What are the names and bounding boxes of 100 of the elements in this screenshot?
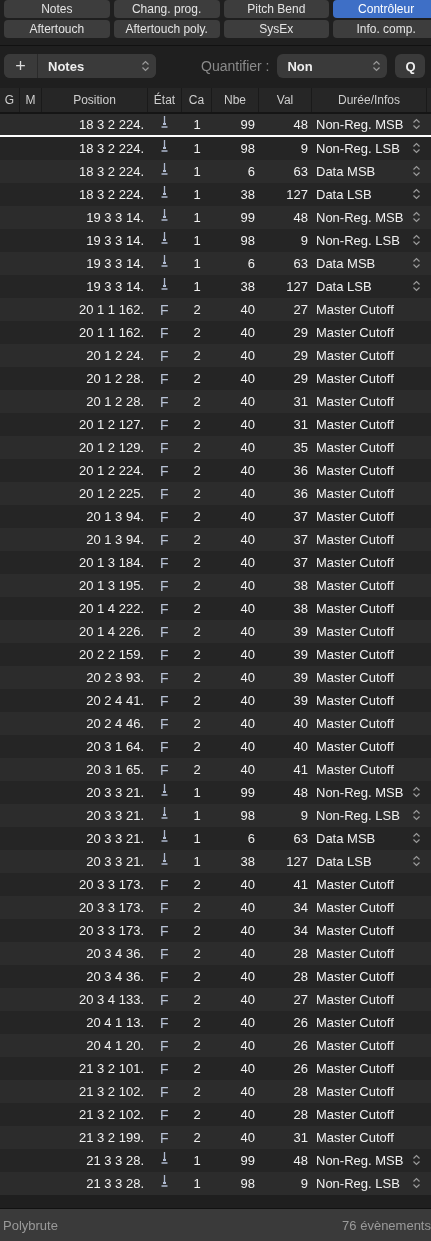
info-cell-text: Master Cutoff: [315, 348, 395, 363]
filter-button[interactable]: Notes: [4, 0, 110, 18]
status-cell-text: F: [159, 945, 170, 962]
filter-button[interactable]: Aftertouch poly.: [113, 20, 220, 38]
status-cell-text: F: [159, 646, 170, 663]
value-cell-text: 36: [292, 486, 309, 501]
number-cell-text: 40: [239, 1130, 256, 1145]
quantize-label: Quantifier :: [201, 58, 270, 74]
channel-cell-text: 1: [192, 785, 202, 800]
info-cell-text: Master Cutoff: [315, 463, 395, 478]
number-cell-text: 38: [239, 279, 256, 294]
info-cell-text: Master Cutoff: [315, 1038, 395, 1053]
status-cell-text: F: [159, 393, 170, 410]
channel-cell-text: 2: [192, 923, 202, 938]
position-cell-text: 20 1 4 226.: [77, 624, 145, 639]
filter-button[interactable]: Chang. prog.: [113, 0, 220, 18]
status-cell-text: F: [159, 439, 170, 456]
fader-icon: [161, 1151, 168, 1166]
position-cell-text: 18 3 2 224.: [77, 187, 145, 202]
value-cell-text: 28: [292, 1084, 309, 1099]
number-cell-text: 40: [239, 716, 256, 731]
number-cell-text: 6: [246, 164, 256, 179]
position-cell-text: 19 3 3 14.: [85, 256, 145, 271]
channel-cell-text: 2: [192, 969, 202, 984]
channel-cell-text: 2: [192, 624, 202, 639]
value-cell-text: 41: [292, 877, 309, 892]
number-cell-text: 98: [239, 808, 256, 823]
value-cell-text: 127: [285, 279, 309, 294]
channel-cell-text: 1: [192, 256, 202, 271]
column-header[interactable]: Ca: [182, 88, 212, 112]
column-header[interactable]: Nbe: [212, 88, 259, 112]
value-cell-text: 9: [299, 233, 309, 248]
status-cell-text: F: [159, 301, 170, 318]
channel-cell-text: 2: [192, 693, 202, 708]
info-cell-text: Master Cutoff: [315, 647, 395, 662]
number-cell-text: 99: [239, 117, 256, 132]
channel-cell-text: 2: [192, 601, 202, 616]
column-header[interactable]: Position: [42, 88, 148, 112]
channel-cell-text: 2: [192, 348, 202, 363]
filter-button[interactable]: Contrôleur: [333, 0, 431, 18]
channel-cell-text: 2: [192, 992, 202, 1007]
channel-cell-text: 2: [192, 1015, 202, 1030]
column-header[interactable]: État: [148, 88, 182, 112]
filter-button[interactable]: Pitch Bend: [223, 0, 330, 18]
value-cell-text: 35: [292, 440, 309, 455]
status-cell-text: F: [159, 370, 170, 387]
filter-button[interactable]: Info. comp.: [333, 20, 431, 38]
info-cell-text: Master Cutoff: [315, 1130, 395, 1145]
info-cell-text: Data MSB: [315, 831, 377, 846]
info-cell-text: Data MSB: [315, 164, 377, 179]
number-cell-text: 40: [239, 1061, 256, 1076]
position-cell-text: 21 3 3 28.: [85, 1176, 145, 1191]
info-cell-text: Master Cutoff: [315, 739, 395, 754]
position-cell-text: 20 1 3 195.: [77, 578, 145, 593]
quantize-popup[interactable]: Non: [277, 54, 388, 78]
info-cell-text: Data LSB: [315, 187, 373, 202]
quantize-button[interactable]: Q: [395, 54, 426, 78]
column-header[interactable]: Val: [259, 88, 312, 112]
channel-cell-text: 2: [192, 1061, 202, 1076]
status-cell-text: F: [159, 600, 170, 617]
channel-cell-text: 1: [192, 141, 202, 156]
number-cell-text: 40: [239, 601, 256, 616]
value-cell-text: 39: [292, 670, 309, 685]
stepper-icon: [412, 233, 421, 246]
channel-cell-text: 2: [192, 647, 202, 662]
value-cell-text: 39: [292, 693, 309, 708]
value-cell-text: 63: [292, 831, 309, 846]
info-cell-text: Master Cutoff: [315, 762, 395, 777]
fader-icon: [161, 806, 168, 821]
column-header[interactable]: M: [20, 88, 42, 112]
filter-button[interactable]: Aftertouch: [4, 20, 110, 38]
number-cell-text: 98: [239, 1176, 256, 1191]
column-header[interactable]: Durée/Infos: [312, 88, 427, 112]
value-cell-text: 63: [292, 164, 309, 179]
status-cell-text: F: [159, 416, 170, 433]
number-cell-text: 40: [239, 762, 256, 777]
number-cell-text: 99: [239, 785, 256, 800]
info-cell-text: Master Cutoff: [315, 532, 395, 547]
channel-cell-text: 2: [192, 877, 202, 892]
value-cell-text: 27: [292, 992, 309, 1007]
value-cell-text: 127: [285, 187, 309, 202]
number-cell-text: 40: [239, 992, 256, 1007]
status-cell-text: F: [159, 1060, 170, 1077]
filter-button[interactable]: SysEx: [223, 20, 330, 38]
channel-cell-text: 2: [192, 1107, 202, 1122]
info-cell-text: Master Cutoff: [315, 601, 395, 616]
channel-cell-text: 2: [192, 486, 202, 501]
info-cell-text: Master Cutoff: [315, 578, 395, 593]
updown-chevron-icon: [372, 60, 382, 72]
position-cell-text: 20 3 3 21.: [85, 808, 145, 823]
stepper-icon: [412, 1153, 421, 1166]
status-cell-text: F: [159, 669, 170, 686]
column-header[interactable]: G: [0, 88, 20, 112]
updown-chevron-icon: [141, 60, 150, 72]
value-cell-text: 28: [292, 946, 309, 961]
status-cell-text: F: [159, 554, 170, 571]
add-button[interactable]: +: [4, 54, 38, 78]
channel-cell-text: 2: [192, 716, 202, 731]
number-cell-text: 40: [239, 302, 256, 317]
instrument-name: Polybrute: [3, 1217, 58, 1233]
